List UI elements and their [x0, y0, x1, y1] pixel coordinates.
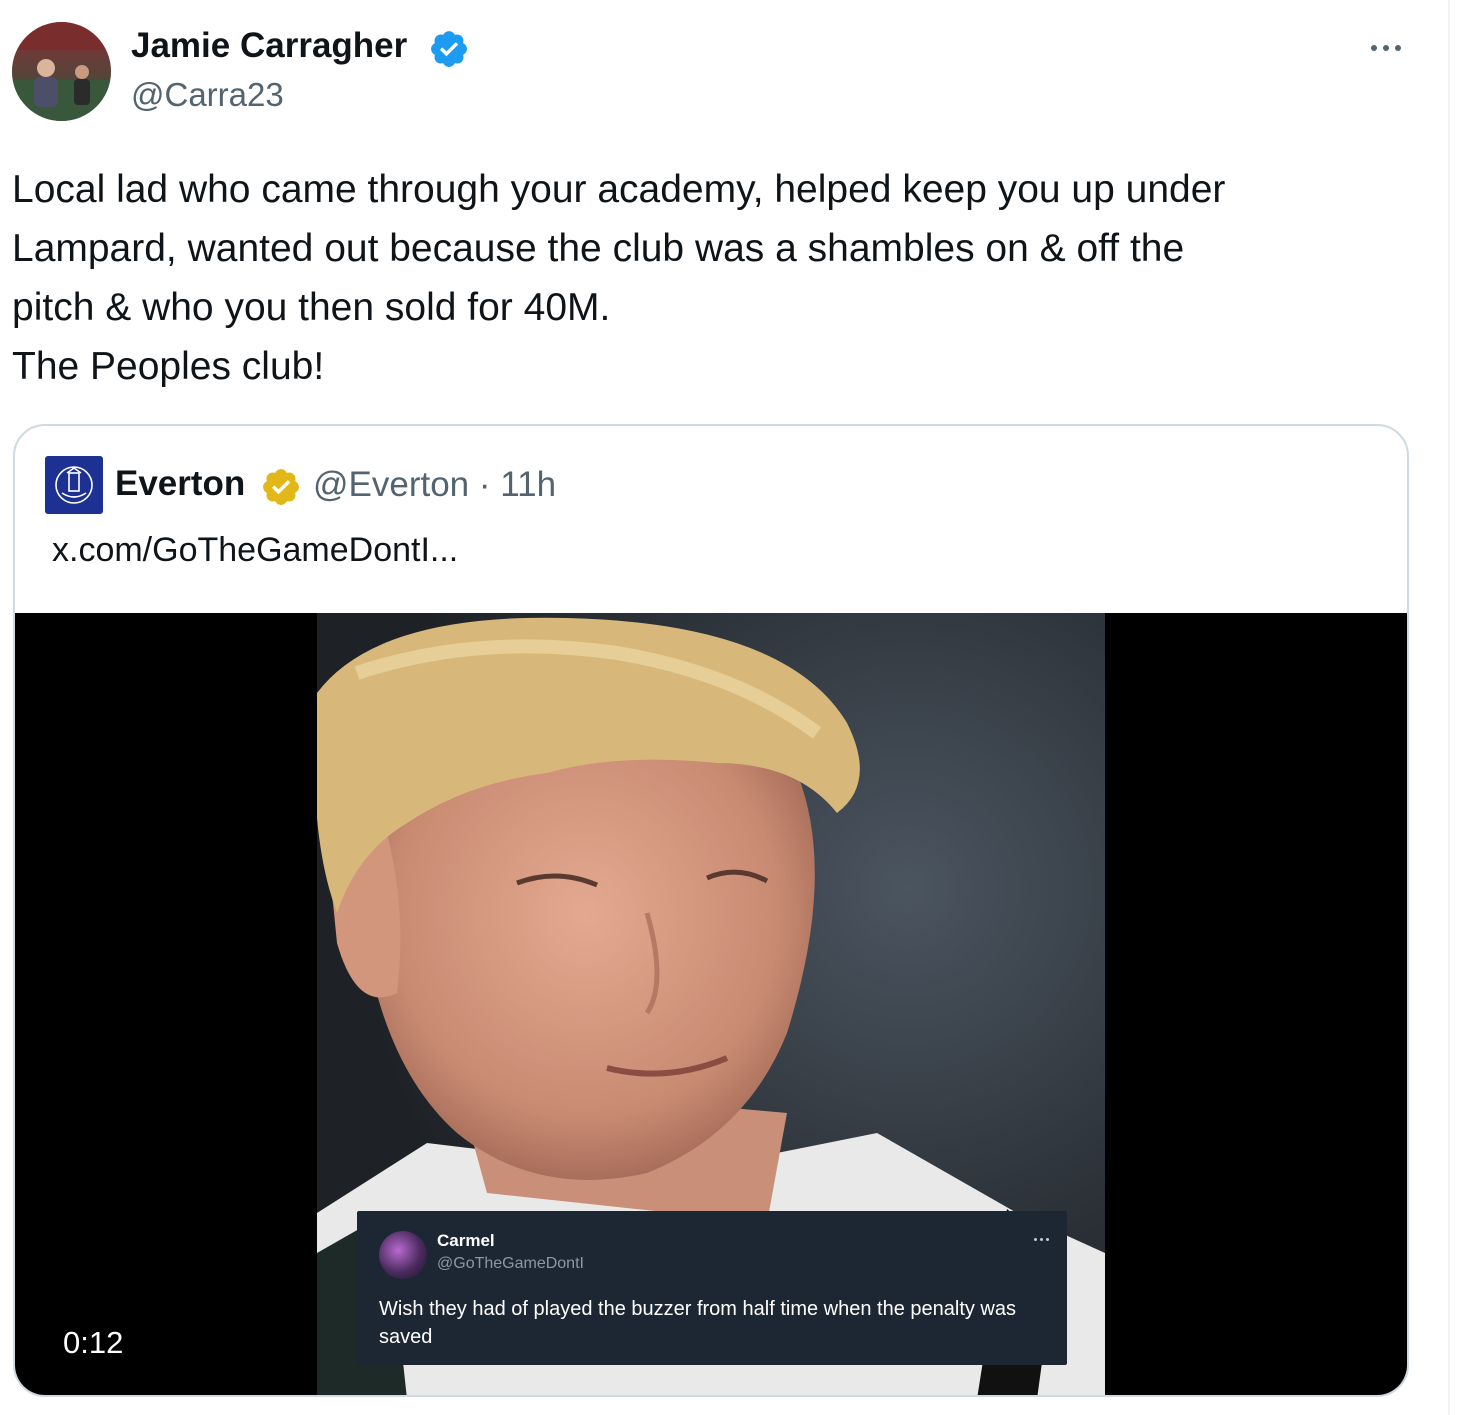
quoted-tweet-card[interactable]: Everton @Everton · 11h x.com/GoTheGameDo… [13, 424, 1409, 1397]
overlay-handle: @GoTheGameDontI [437, 1255, 584, 1272]
embedded-post-overlay: Carmel @GoTheGameDontI Wish they had of … [357, 1211, 1067, 1365]
verified-badge-icon[interactable] [428, 28, 470, 70]
video-frame: Carmel @GoTheGameDontI Wish they had of … [317, 613, 1105, 1395]
tweet-text-line: The Peoples club! [12, 345, 325, 388]
author-avatar[interactable] [12, 22, 111, 121]
column-divider [1448, 0, 1450, 1415]
tweet-text: Local lad who came through your academy,… [12, 160, 1432, 396]
everton-crest-icon[interactable] [45, 456, 103, 514]
overlay-name: Carmel [437, 1231, 495, 1250]
quoted-author-handle[interactable]: @Everton [313, 465, 469, 504]
tweet-text-line: pitch & who you then sold for 40M. [12, 286, 611, 329]
quoted-timestamp[interactable]: 11h [500, 465, 556, 504]
author-handle[interactable]: @Carra23 [131, 76, 284, 114]
tweet-text-line: Local lad who came through your academy,… [12, 168, 1226, 211]
quoted-link-text[interactable]: x.com/GoTheGameDontI... [52, 531, 458, 570]
video-duration: 0:12 [63, 1325, 124, 1360]
avatar-photo [12, 22, 111, 121]
verified-org-badge-icon[interactable] [260, 466, 302, 508]
overlay-ellipsis-icon [1029, 1229, 1053, 1249]
ellipsis-icon [1371, 45, 1377, 51]
tweet-text-line: Lampard, wanted out because the club was… [12, 227, 1185, 270]
video-player[interactable]: Carmel @GoTheGameDontI Wish they had of … [15, 613, 1407, 1395]
overlay-avatar [379, 1231, 427, 1279]
overlay-post-text: Wish they had of played the buzzer from … [379, 1298, 1017, 1348]
meta-separator: · [478, 465, 491, 504]
quoted-author-meta: @Everton · 11h [313, 465, 556, 505]
author-display-name[interactable]: Jamie Carragher [131, 26, 407, 66]
more-options-button[interactable] [1360, 30, 1412, 66]
quoted-author-name[interactable]: Everton [115, 464, 245, 504]
